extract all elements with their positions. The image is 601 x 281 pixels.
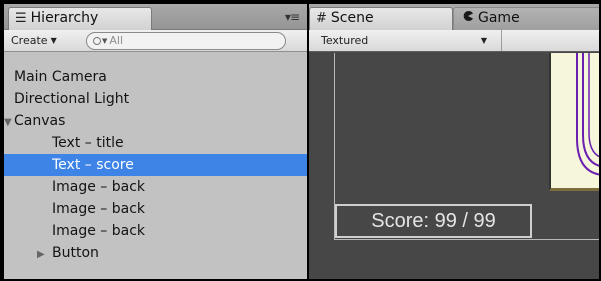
tree-item-label: Text – title: [52, 135, 124, 151]
chevron-down-icon: ▼: [102, 37, 108, 45]
grid-icon: #: [316, 11, 327, 26]
tree-item-image-back[interactable]: Image – back: [4, 176, 307, 198]
tree-item-label: Canvas: [14, 113, 66, 129]
render-mode-dropdown[interactable]: Textured ▼: [309, 30, 502, 51]
tree-item-directional-light[interactable]: Directional Light: [4, 88, 307, 110]
editor-window: ☰ Hierarchy ▾≡ Create ▼ ▼ All Main Camera D…: [0, 0, 601, 281]
create-button[interactable]: Create ▼: [8, 33, 60, 49]
tree-item-label: Image – back: [52, 201, 146, 217]
scene-viewport[interactable]: Score: 99 / 99: [309, 53, 599, 279]
back-image[interactable]: [549, 53, 599, 191]
tree-item-button[interactable]: ▶ Button: [4, 242, 307, 264]
tab-game[interactable]: Game: [453, 7, 599, 30]
tab-scene[interactable]: # Scene: [309, 7, 453, 30]
search-input[interactable]: ▼ All: [86, 32, 286, 50]
scene-panel: # Scene Game Textured ▼ Score: 99 / 99: [309, 4, 599, 279]
tree-item-label: Image – back: [52, 179, 146, 195]
tree-item-label: Main Camera: [14, 69, 107, 85]
pacman-icon: [460, 8, 474, 29]
scene-tabbar: # Scene Game: [309, 4, 599, 30]
tree-item-canvas[interactable]: ▼ Canvas: [4, 110, 307, 132]
scene-toolbar: Textured ▼: [309, 30, 599, 52]
score-text[interactable]: Score: 99 / 99: [335, 204, 532, 238]
render-mode-label: Textured: [321, 34, 369, 47]
tree-item-text-title[interactable]: Text – title: [4, 132, 307, 154]
tree-item-label: Text – score: [52, 157, 134, 173]
hierarchy-toolbar: Create ▼ ▼ All: [4, 30, 307, 52]
chevron-down-icon: ▼: [50, 36, 57, 45]
tree-item-image-back[interactable]: Image – back: [4, 198, 307, 220]
chevron-down-icon: ▼: [480, 36, 487, 45]
search-placeholder: All: [109, 34, 124, 47]
tree-item-image-back[interactable]: Image – back: [4, 220, 307, 242]
canvas-boundary-bottom: [334, 239, 599, 240]
tree-item-text-score[interactable]: Text – score: [4, 154, 307, 176]
image-outline: [576, 53, 599, 176]
hierarchy-tree: Main Camera Directional Light ▼ Canvas Te…: [4, 66, 307, 264]
search-icon: [93, 37, 101, 45]
tree-item-main-camera[interactable]: Main Camera: [4, 66, 307, 88]
create-label: Create: [11, 34, 48, 47]
tab-hierarchy-label: Hierarchy: [30, 10, 99, 26]
list-icon: ☰: [15, 11, 27, 26]
tab-scene-label: Scene: [330, 10, 374, 26]
tree-item-label: Button: [52, 245, 99, 261]
hierarchy-panel: ☰ Hierarchy ▾≡ Create ▼ ▼ All Main Camera D…: [4, 4, 307, 279]
hierarchy-tabbar: ☰ Hierarchy ▾≡: [4, 4, 307, 30]
tree-item-label: Directional Light: [14, 91, 130, 107]
panel-menu-icon[interactable]: ▾≡: [285, 10, 300, 24]
tab-game-label: Game: [478, 10, 520, 26]
collapsed-arrow-icon[interactable]: ▶: [37, 244, 52, 266]
tree-item-label: Image – back: [52, 223, 146, 239]
expanded-arrow-icon[interactable]: ▼: [4, 112, 14, 134]
tab-hierarchy[interactable]: ☰ Hierarchy: [8, 7, 152, 30]
